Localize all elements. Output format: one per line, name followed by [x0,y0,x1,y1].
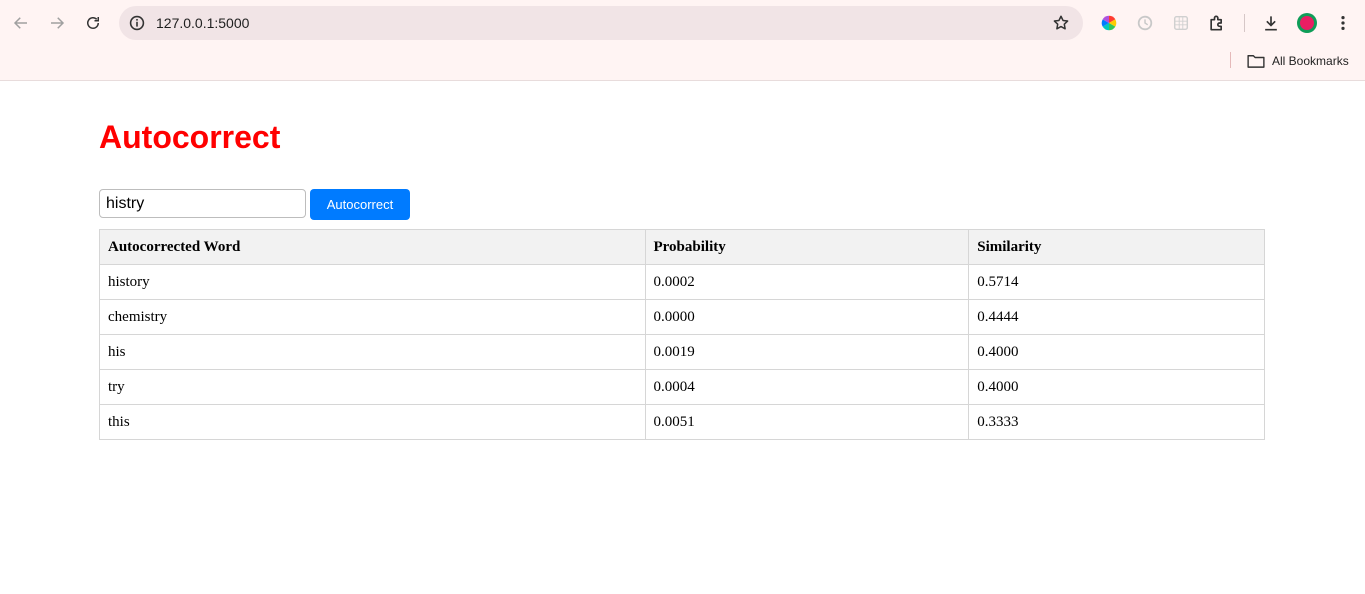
folder-icon [1247,55,1265,68]
cell-word: history [99,264,646,300]
address-bar[interactable]: 127.0.0.1:5000 [119,6,1083,40]
cell-word: this [99,404,646,440]
all-bookmarks-button[interactable]: All Bookmarks [1247,51,1349,71]
arrow-left-icon [13,17,27,29]
arrow-right-icon [51,17,65,29]
cell-similarity: 0.4444 [968,299,1265,335]
cell-similarity: 0.5714 [968,264,1265,300]
table-row: history 0.0002 0.5714 [99,264,1265,300]
cell-word: try [99,369,646,405]
cell-similarity: 0.4000 [968,334,1265,370]
cell-probability: 0.0019 [644,334,970,370]
reload-button[interactable] [78,8,108,38]
bookmark-star-icon[interactable] [1051,13,1071,33]
cell-probability: 0.0002 [644,264,970,300]
table-row: chemistry 0.0000 0.4444 [99,299,1265,335]
reload-icon [87,17,99,29]
table-row: this 0.0051 0.3333 [99,404,1265,440]
all-bookmarks-label: All Bookmarks [1272,54,1349,68]
cell-similarity: 0.4000 [968,369,1265,405]
bookmarks-bar: All Bookmarks [0,46,1365,80]
download-icon[interactable] [1260,12,1282,34]
toolbar-divider [1244,14,1245,32]
cell-probability: 0.0000 [644,299,970,335]
header-probability: Probability [644,229,970,265]
back-button[interactable] [6,8,36,38]
cell-probability: 0.0004 [644,369,970,405]
cell-probability: 0.0051 [644,404,970,440]
table-row: his 0.0019 0.4000 [99,334,1265,370]
color-extension-icon[interactable] [1098,12,1120,34]
autocorrect-button[interactable]: Autocorrect [310,189,410,220]
table-row: try 0.0004 0.4000 [99,369,1265,405]
results-table: Autocorrected Word Probability Similarit… [99,229,1265,440]
cell-word: his [99,334,646,370]
forward-button[interactable] [42,8,72,38]
browser-toolbar: 127.0.0.1:5000 [0,0,1365,46]
cell-word: chemistry [99,299,646,335]
bookmarks-separator [1230,52,1231,68]
browser-chrome: 127.0.0.1:5000 All Bookmarks [0,0,1365,81]
header-similarity: Similarity [968,229,1265,265]
menu-kebab-icon[interactable] [1332,12,1354,34]
profile-avatar[interactable] [1296,12,1318,34]
header-autocorrected-word: Autocorrected Word [99,229,646,265]
timer-extension-icon[interactable] [1134,12,1156,34]
extensions-puzzle-icon[interactable] [1206,12,1228,34]
url-text: 127.0.0.1:5000 [156,15,250,31]
page-title: Autocorrect [99,119,281,155]
site-info-icon[interactable] [127,13,147,33]
table-header-row: Autocorrected Word Probability Similarit… [99,229,1265,265]
word-input[interactable] [99,189,306,218]
cell-similarity: 0.3333 [968,404,1265,440]
grid-extension-icon[interactable] [1170,12,1192,34]
